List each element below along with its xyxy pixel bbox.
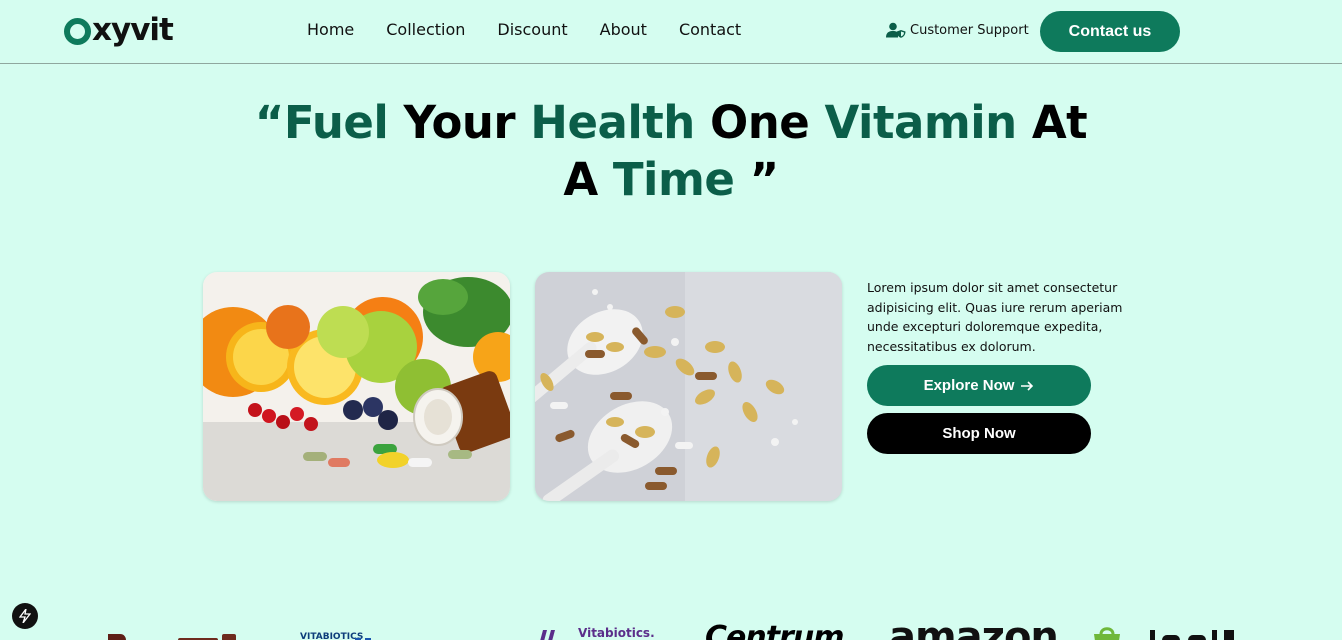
arrow-right-icon <box>1021 380 1034 391</box>
logo-text: xyvit <box>92 12 174 48</box>
brand-logos-strip: VITABIOTICS Vitabiotics. Centrum amazon <box>0 612 1342 640</box>
nav-discount[interactable]: Discount <box>497 20 567 39</box>
spoons-capsules-image <box>535 272 842 501</box>
hero-word: “Fuel <box>254 96 389 149</box>
brand-logo-2-graphic <box>355 638 371 640</box>
main-nav: Home Collection Discount About Contact <box>307 20 741 39</box>
hero-title-line-1: “Fuel Your Health One Vitamin At <box>254 96 1088 149</box>
explore-now-label: Explore Now <box>923 377 1015 394</box>
brand-logo-1 <box>108 634 236 640</box>
explore-now-button[interactable]: Explore Now <box>867 365 1091 406</box>
brand-vitabiotics: Vitabiotics. <box>578 626 655 640</box>
hero-word: Vitamin <box>824 96 1017 149</box>
lightning-icon <box>19 609 31 623</box>
hero-word: ” <box>749 153 780 206</box>
shopping-bag-icon <box>1094 627 1120 640</box>
logo-o-ring <box>64 17 91 45</box>
site-header: xyvit Home Collection Discount About Con… <box>0 0 1342 64</box>
hero-description: Lorem ipsum dolor sit amet consectetur a… <box>867 280 1123 354</box>
hero-word: At <box>1031 96 1088 149</box>
customer-support-link[interactable]: Customer Support <box>886 22 1029 38</box>
brand-logo-6 <box>1150 630 1234 640</box>
hero-title-line-2: A Time ” <box>563 153 780 206</box>
customer-support-label: Customer Support <box>910 22 1029 38</box>
user-shield-icon <box>886 22 906 38</box>
brand-centrum: Centrum <box>705 620 844 640</box>
nav-contact[interactable]: Contact <box>679 20 741 39</box>
nav-home[interactable]: Home <box>307 20 354 39</box>
contact-us-button[interactable]: Contact us <box>1040 11 1180 52</box>
shop-now-button[interactable]: Shop Now <box>867 413 1091 454</box>
fruits-vitamins-image <box>203 272 510 501</box>
brand-amazon: amazon <box>889 614 1059 640</box>
hero-word: Health <box>530 96 695 149</box>
hero-word: A <box>563 153 598 206</box>
nav-collection[interactable]: Collection <box>386 20 465 39</box>
hero-word: Your <box>403 96 516 149</box>
brand-logo-3-mark <box>540 630 555 640</box>
brand-vitabiotics-small: VITABIOTICS <box>300 632 364 640</box>
hero-title: “Fuel Your Health One Vitamin At A Time … <box>250 94 1092 208</box>
logo[interactable]: xyvit <box>64 12 174 48</box>
hero-word: One <box>710 96 810 149</box>
nav-about[interactable]: About <box>600 20 647 39</box>
floating-dev-badge[interactable] <box>12 603 38 629</box>
hero-word: Time <box>612 153 735 206</box>
